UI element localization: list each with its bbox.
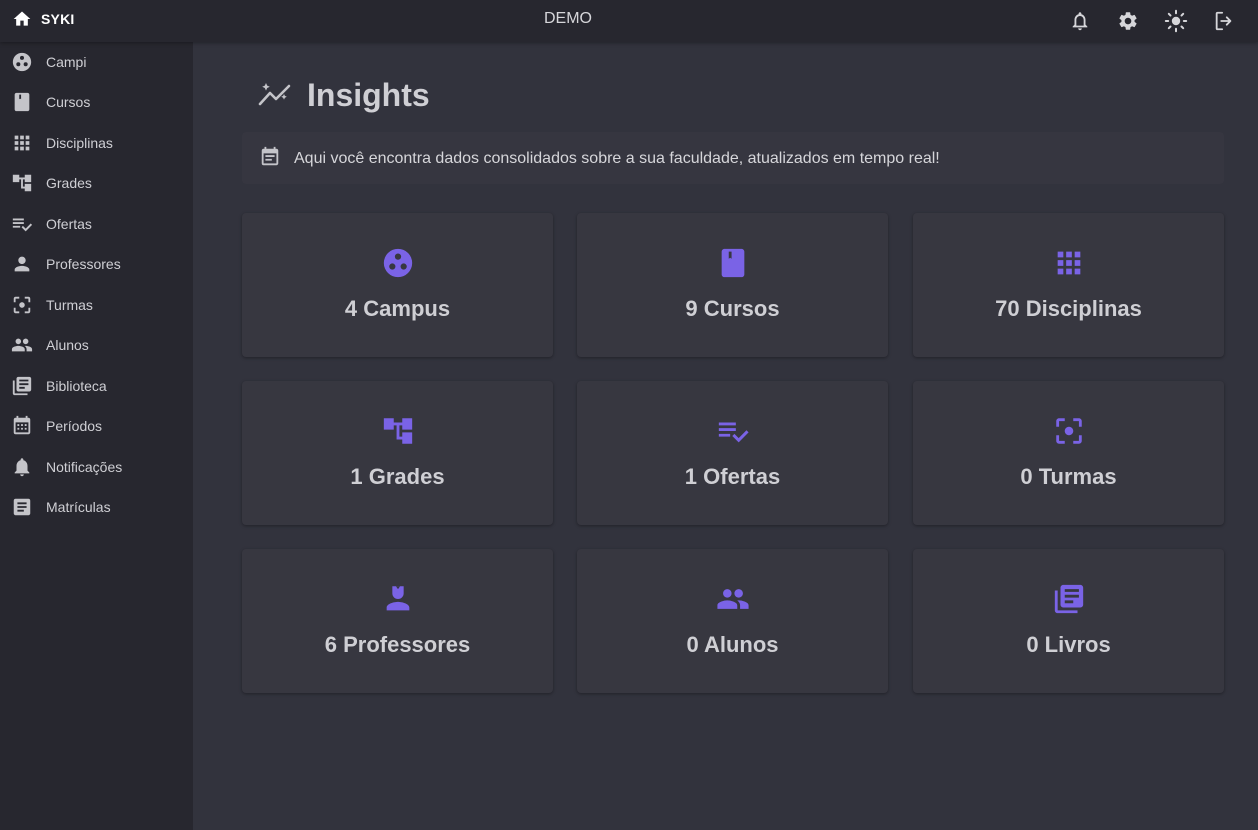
sidebar-item-label: Professores xyxy=(46,256,121,272)
sidebar-item-label: Períodos xyxy=(46,418,103,434)
sidebar-item-turmas[interactable]: Turmas xyxy=(0,285,193,325)
sidebar-item-label: Ofertas xyxy=(46,216,92,232)
sidebar-item-label: Biblioteca xyxy=(46,378,107,394)
sidebar-item-periodos[interactable]: Períodos xyxy=(0,406,193,446)
bell-icon xyxy=(1069,10,1091,32)
card-label: 6 Professores xyxy=(324,632,471,657)
sun-icon xyxy=(1164,9,1188,33)
card-turmas[interactable]: 0 Turmas xyxy=(913,381,1224,525)
info-banner: Aqui você encontra dados consolidados so… xyxy=(242,132,1224,184)
gear-icon xyxy=(1117,10,1139,32)
sidebar-item-label: Campi xyxy=(46,54,87,70)
sidebar-item-alunos[interactable]: Alunos xyxy=(0,325,193,365)
sidebar-item-cursos[interactable]: Cursos xyxy=(0,82,193,122)
calendar-icon xyxy=(11,415,33,437)
sidebar: Campi Cursos Disciplinas Grades Ofertas … xyxy=(0,42,193,830)
sidebar-item-label: Turmas xyxy=(46,297,93,313)
notifications-button[interactable] xyxy=(1066,7,1094,35)
people-icon xyxy=(11,334,33,356)
insights-icon xyxy=(257,80,293,110)
tree-icon xyxy=(381,414,415,448)
card-label: 70 Disciplinas xyxy=(995,296,1142,321)
card-livros[interactable]: 0 Livros xyxy=(913,549,1224,693)
card-cursos[interactable]: 9 Cursos xyxy=(577,213,888,357)
person-icon xyxy=(11,253,33,275)
sidebar-item-label: Matrículas xyxy=(46,499,111,515)
card-label: 0 Turmas xyxy=(1020,464,1117,489)
settings-button[interactable] xyxy=(1114,7,1142,35)
sidebar-item-professores[interactable]: Professores xyxy=(0,244,193,284)
campus-icon xyxy=(11,51,33,73)
sidebar-item-matriculas[interactable]: Matrículas xyxy=(0,487,193,527)
playlist-check-icon xyxy=(716,414,750,448)
book-icon xyxy=(716,246,750,280)
sidebar-item-disciplinas[interactable]: Disciplinas xyxy=(0,123,193,163)
card-ofertas[interactable]: 1 Ofertas xyxy=(577,381,888,525)
card-grades[interactable]: 1 Grades xyxy=(242,381,553,525)
teacher-icon xyxy=(381,582,415,616)
article-icon xyxy=(11,496,33,518)
sidebar-item-grades[interactable]: Grades xyxy=(0,163,193,203)
focus-icon xyxy=(1052,414,1086,448)
people-icon xyxy=(716,582,750,616)
top-app-bar: SYKI DEMO xyxy=(0,0,1258,42)
card-label: 0 Alunos xyxy=(686,632,779,657)
tree-icon xyxy=(11,172,33,194)
playlist-check-icon xyxy=(11,213,33,235)
card-professores[interactable]: 6 Professores xyxy=(242,549,553,693)
grid-icon xyxy=(1052,246,1086,280)
book-icon xyxy=(11,91,33,113)
card-label: 1 Grades xyxy=(350,464,445,489)
logout-icon xyxy=(1213,10,1235,32)
bell-icon xyxy=(11,456,33,478)
sidebar-item-label: Cursos xyxy=(46,94,91,110)
library-icon xyxy=(1052,582,1086,616)
card-label: 9 Cursos xyxy=(685,296,780,321)
card-label: 4 Campus xyxy=(344,296,451,321)
card-alunos[interactable]: 0 Alunos xyxy=(577,549,888,693)
environment-title: DEMO xyxy=(544,10,592,27)
info-text: Aqui você encontra dados consolidados so… xyxy=(294,150,940,167)
focus-icon xyxy=(11,294,33,316)
sidebar-item-label: Alunos xyxy=(46,337,89,353)
sidebar-item-campi[interactable]: Campi xyxy=(0,42,193,82)
sidebar-item-notificacoes[interactable]: Notificações xyxy=(0,447,193,487)
logout-button[interactable] xyxy=(1210,7,1238,35)
sidebar-item-label: Grades xyxy=(46,175,92,191)
card-label: 0 Livros xyxy=(1026,632,1111,657)
campus-icon xyxy=(381,246,415,280)
grid-icon xyxy=(11,132,33,154)
card-label: 1 Ofertas xyxy=(684,464,781,489)
sidebar-item-label: Notificações xyxy=(46,459,123,475)
library-icon xyxy=(11,375,33,397)
theme-toggle-button[interactable] xyxy=(1162,7,1190,35)
page-title: Insights xyxy=(307,76,430,113)
card-campus[interactable]: 4 Campus xyxy=(242,213,553,357)
sidebar-item-ofertas[interactable]: Ofertas xyxy=(0,204,193,244)
sidebar-item-biblioteca[interactable]: Biblioteca xyxy=(0,366,193,406)
event-note-icon xyxy=(259,146,281,168)
sidebar-item-label: Disciplinas xyxy=(46,135,113,151)
page-header: Insights xyxy=(257,75,430,115)
card-disciplinas[interactable]: 70 Disciplinas xyxy=(913,213,1224,357)
